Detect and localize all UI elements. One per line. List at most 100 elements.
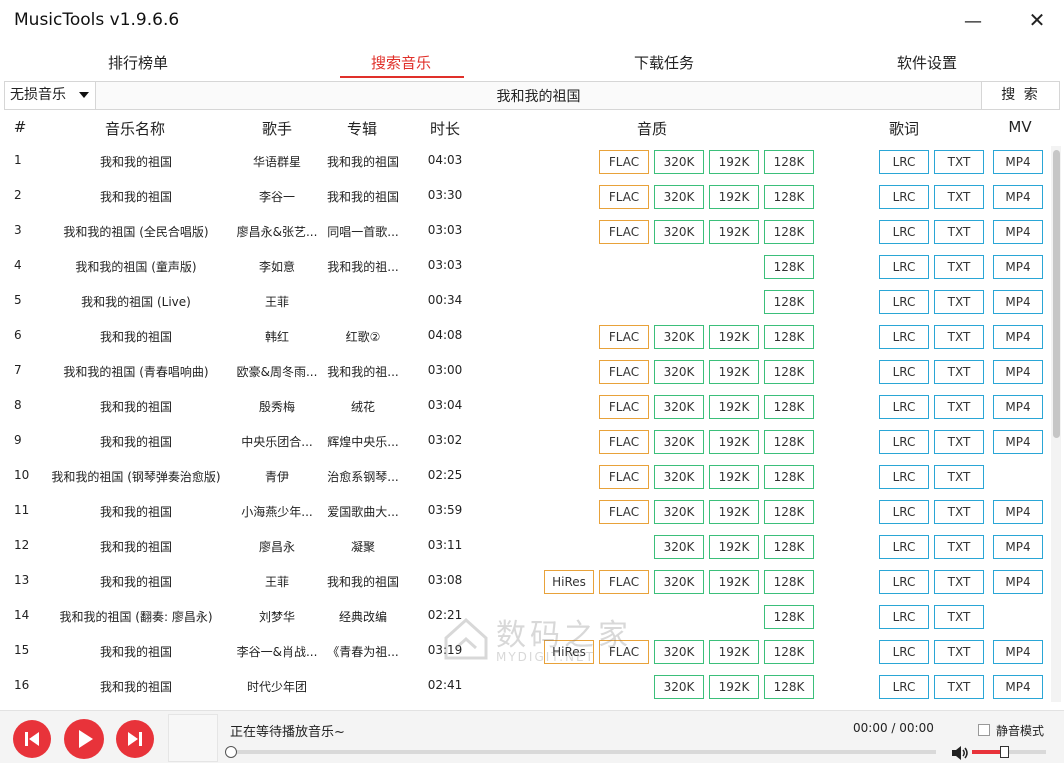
flac-download-button[interactable]: FLAC (599, 395, 649, 419)
mp4-download-button[interactable]: MP4 (993, 395, 1043, 419)
192k-download-button[interactable]: 192K (709, 185, 759, 209)
128k-download-button[interactable]: 128K (764, 675, 814, 699)
flac-download-button[interactable]: FLAC (599, 360, 649, 384)
table-row[interactable]: 14 我和我的祖国 (翻奏: 廖昌永) 刘梦华 经典改编 02:21 128K LRC TXT (0, 599, 1050, 634)
flac-download-button[interactable]: FLAC (599, 325, 649, 349)
lrc-download-button[interactable]: LRC (879, 255, 929, 279)
128k-download-button[interactable]: 128K (764, 535, 814, 559)
320k-download-button[interactable]: 320K (654, 535, 704, 559)
txt-download-button[interactable]: TXT (934, 570, 984, 594)
320k-download-button[interactable]: 320K (654, 430, 704, 454)
lrc-download-button[interactable]: LRC (879, 325, 929, 349)
txt-download-button[interactable]: TXT (934, 325, 984, 349)
txt-download-button[interactable]: TXT (934, 535, 984, 559)
192k-download-button[interactable]: 192K (709, 570, 759, 594)
mp4-download-button[interactable]: MP4 (993, 185, 1043, 209)
flac-download-button[interactable]: FLAC (599, 640, 649, 664)
quality-select[interactable]: 无损音乐 (5, 82, 96, 109)
192k-download-button[interactable]: 192K (709, 640, 759, 664)
flac-download-button[interactable]: FLAC (599, 220, 649, 244)
128k-download-button[interactable]: 128K (764, 255, 814, 279)
128k-download-button[interactable]: 128K (764, 290, 814, 314)
table-row[interactable]: 12 我和我的祖国 廖昌永 凝聚 03:11 320K 192K 128K LRC TXT MP4 (0, 529, 1050, 564)
lrc-download-button[interactable]: LRC (879, 535, 929, 559)
128k-download-button[interactable]: 128K (764, 220, 814, 244)
play-button[interactable] (64, 719, 104, 759)
mp4-download-button[interactable]: MP4 (993, 255, 1043, 279)
flac-download-button[interactable]: FLAC (599, 570, 649, 594)
table-row[interactable]: 5 我和我的祖国 (Live) 王菲 00:34 128K LRC TXT MP4 (0, 284, 1050, 319)
192k-download-button[interactable]: 192K (709, 360, 759, 384)
volume-icon[interactable] (950, 744, 970, 762)
table-row[interactable]: 9 我和我的祖国 中央乐团合... 辉煌中央乐... 03:02 FLAC 320K 192K… (0, 424, 1050, 459)
192k-download-button[interactable]: 192K (709, 395, 759, 419)
tab-downloads[interactable]: 下载任务 (599, 52, 729, 80)
192k-download-button[interactable]: 192K (709, 150, 759, 174)
mp4-download-button[interactable]: MP4 (993, 290, 1043, 314)
128k-download-button[interactable]: 128K (764, 150, 814, 174)
minimize-button[interactable]: — (958, 10, 988, 34)
128k-download-button[interactable]: 128K (764, 500, 814, 524)
flac-download-button[interactable]: FLAC (599, 465, 649, 489)
flac-download-button[interactable]: FLAC (599, 430, 649, 454)
128k-download-button[interactable]: 128K (764, 430, 814, 454)
320k-download-button[interactable]: 320K (654, 150, 704, 174)
scrollbar-thumb[interactable] (1053, 150, 1060, 438)
320k-download-button[interactable]: 320K (654, 395, 704, 419)
320k-download-button[interactable]: 320K (654, 500, 704, 524)
progress-knob[interactable] (225, 746, 237, 758)
mp4-download-button[interactable]: MP4 (993, 535, 1043, 559)
lrc-download-button[interactable]: LRC (879, 640, 929, 664)
previous-button[interactable] (13, 720, 51, 758)
192k-download-button[interactable]: 192K (709, 535, 759, 559)
txt-download-button[interactable]: TXT (934, 150, 984, 174)
lrc-download-button[interactable]: LRC (879, 360, 929, 384)
txt-download-button[interactable]: TXT (934, 640, 984, 664)
320k-download-button[interactable]: 320K (654, 570, 704, 594)
flac-download-button[interactable]: FLAC (599, 185, 649, 209)
320k-download-button[interactable]: 320K (654, 675, 704, 699)
320k-download-button[interactable]: 320K (654, 220, 704, 244)
close-button[interactable]: ✕ (1022, 8, 1052, 32)
txt-download-button[interactable]: TXT (934, 290, 984, 314)
320k-download-button[interactable]: 320K (654, 640, 704, 664)
table-row[interactable]: 3 我和我的祖国 (全民合唱版) 廖昌永&张艺... 同唱一首歌... 03:03 FLA… (0, 214, 1050, 249)
mp4-download-button[interactable]: MP4 (993, 325, 1043, 349)
search-input[interactable] (97, 82, 980, 109)
tab-charts[interactable]: 排行榜单 (73, 52, 203, 80)
lrc-download-button[interactable]: LRC (879, 290, 929, 314)
txt-download-button[interactable]: TXT (934, 675, 984, 699)
txt-download-button[interactable]: TXT (934, 255, 984, 279)
txt-download-button[interactable]: TXT (934, 465, 984, 489)
128k-download-button[interactable]: 128K (764, 465, 814, 489)
table-row[interactable]: 8 我和我的祖国 殷秀梅 绒花 03:04 FLAC 320K 192K 128K LRC TXT M… (0, 389, 1050, 424)
lrc-download-button[interactable]: LRC (879, 675, 929, 699)
txt-download-button[interactable]: TXT (934, 605, 984, 629)
128k-download-button[interactable]: 128K (764, 325, 814, 349)
table-row[interactable]: 2 我和我的祖国 李谷一 我和我的祖国 03:30 FLAC 320K 192K 128K LRC… (0, 179, 1050, 214)
txt-download-button[interactable]: TXT (934, 360, 984, 384)
320k-download-button[interactable]: 320K (654, 325, 704, 349)
table-row[interactable]: 6 我和我的祖国 韩红 红歌② 04:08 FLAC 320K 192K 128K LRC TXT M… (0, 319, 1050, 354)
volume-knob[interactable] (1000, 746, 1009, 758)
txt-download-button[interactable]: TXT (934, 395, 984, 419)
128k-download-button[interactable]: 128K (764, 570, 814, 594)
table-row[interactable]: 16 我和我的祖国 时代少年团 02:41 320K 192K 128K LRC TXT MP4 (0, 669, 1050, 704)
table-row[interactable]: 7 我和我的祖国 (青春唱响曲) 欧豪&周冬雨... 我和我的祖... 03:00 FLA… (0, 354, 1050, 389)
320k-download-button[interactable]: 320K (654, 360, 704, 384)
txt-download-button[interactable]: TXT (934, 185, 984, 209)
mp4-download-button[interactable]: MP4 (993, 150, 1043, 174)
320k-download-button[interactable]: 320K (654, 465, 704, 489)
mp4-download-button[interactable]: MP4 (993, 220, 1043, 244)
table-row[interactable]: 4 我和我的祖国 (童声版) 李如意 我和我的祖... 03:03 128K LRC TXT M… (0, 249, 1050, 284)
txt-download-button[interactable]: TXT (934, 220, 984, 244)
mute-checkbox[interactable] (978, 724, 990, 736)
lrc-download-button[interactable]: LRC (879, 185, 929, 209)
128k-download-button[interactable]: 128K (764, 185, 814, 209)
table-row[interactable]: 13 我和我的祖国 王菲 我和我的祖国 03:08 HiRes FLAC 320K 192K 12… (0, 564, 1050, 599)
table-row[interactable]: 15 我和我的祖国 李谷一&肖战... 《青春为祖... 03:19 HiRes FLAC 3… (0, 634, 1050, 669)
tab-settings[interactable]: 软件设置 (862, 52, 992, 80)
table-row[interactable]: 11 我和我的祖国 小海燕少年... 爱国歌曲大... 03:59 FLAC 320K 192… (0, 494, 1050, 529)
192k-download-button[interactable]: 192K (709, 500, 759, 524)
flac-download-button[interactable]: FLAC (599, 150, 649, 174)
